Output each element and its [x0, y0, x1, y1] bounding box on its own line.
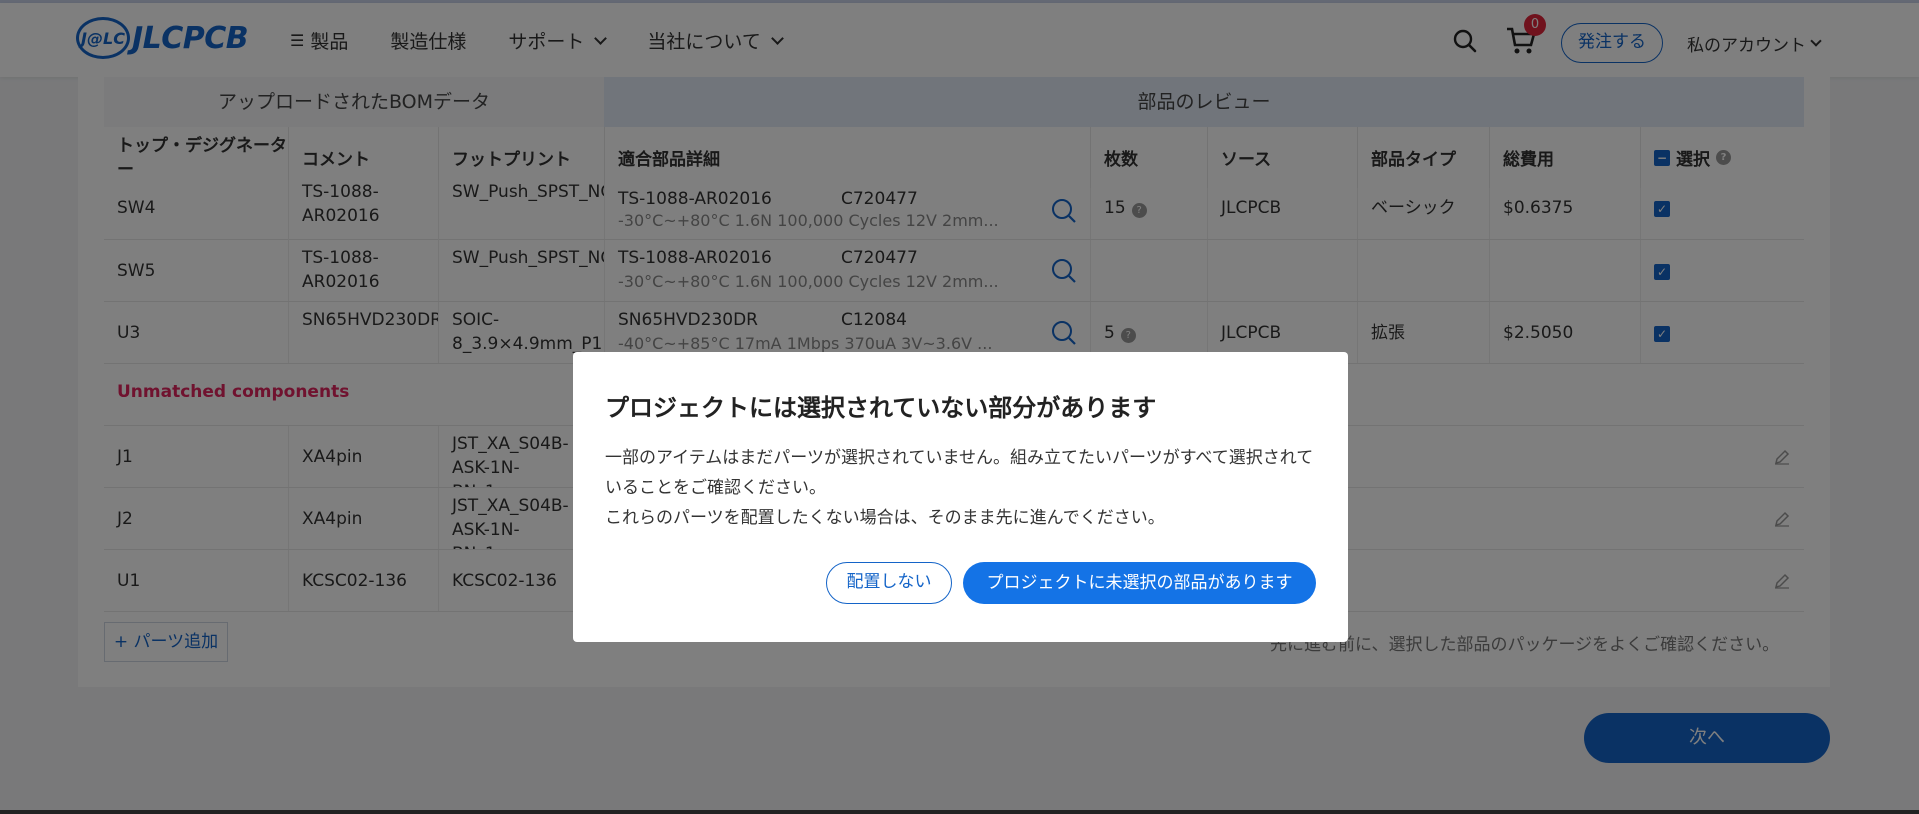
do-not-place-button[interactable]: 配置しない [826, 562, 952, 604]
dialog-body: 一部のアイテムはまだパーツが選択されていません。組み立てたいパーツがすべて選択さ… [605, 443, 1320, 533]
dialog-body-line2: これらのパーツを配置したくない場合は、そのまま先に進んでください。 [605, 508, 1165, 528]
bottom-edge [0, 810, 1919, 814]
dialog-title: プロジェクトには選択されていない部分があります [605, 394, 1157, 422]
unselected-parts-dialog: プロジェクトには選択されていない部分があります 一部のアイテムはまだパーツが選択… [573, 352, 1348, 642]
confirm-unselected-button[interactable]: プロジェクトに未選択の部品があります [963, 562, 1316, 604]
dialog-body-line1: 一部のアイテムはまだパーツが選択されていません。組み立てたいパーツがすべて選択さ… [605, 448, 1314, 498]
